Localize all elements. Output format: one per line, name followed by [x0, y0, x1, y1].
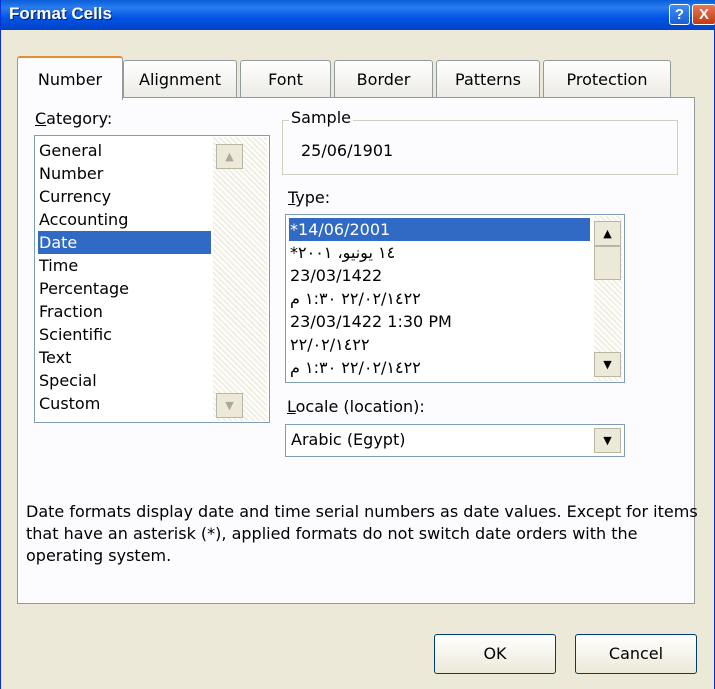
sample-value: 25/06/1901 [301, 141, 394, 160]
category-item-scientific[interactable]: Scientific [38, 323, 112, 346]
format-cells-dialog: Format Cells ? X Number Alignment Font B… [0, 0, 715, 689]
category-scrollbar[interactable]: ▲ ▼ [213, 137, 267, 421]
type-item-7[interactable]: ٢٢/٠٢/١٤٢٢ ١:٣٠ م [289, 356, 421, 379]
cancel-button[interactable]: Cancel [575, 634, 697, 674]
category-item-time[interactable]: Time [38, 254, 78, 277]
tab-font[interactable]: Font [240, 60, 331, 97]
help-icon[interactable]: ? [669, 4, 690, 25]
ok-button[interactable]: OK [434, 634, 556, 674]
type-item-1[interactable]: *14/06/2001 [289, 218, 590, 241]
tab-alignment[interactable]: Alignment [123, 60, 237, 97]
close-icon[interactable]: X [692, 4, 715, 25]
category-item-accounting[interactable]: Accounting [38, 208, 128, 231]
type-item-6[interactable]: ٢٢/٠٢/١٤٢٢ [289, 333, 370, 356]
locale-value: Arabic (Egypt) [291, 430, 406, 449]
category-item-number[interactable]: Number [38, 162, 103, 185]
category-item-custom[interactable]: Custom [38, 392, 100, 415]
category-item-date[interactable]: Date [38, 231, 211, 254]
type-item-5[interactable]: 23/03/1422 1:30 PM [289, 310, 452, 333]
locale-label: Locale (location): [287, 397, 425, 416]
category-item-percentage[interactable]: Percentage [38, 277, 129, 300]
locale-dropdown[interactable]: Arabic (Egypt) ▼ [285, 424, 625, 457]
type-scrollbar[interactable]: ▲ ▼ [594, 216, 622, 381]
scroll-down-icon[interactable]: ▼ [216, 393, 243, 418]
category-label: Category: [35, 109, 113, 128]
category-list[interactable]: General Number Currency Accounting Date … [34, 135, 270, 423]
category-item-text[interactable]: Text [38, 346, 71, 369]
tab-number[interactable]: Number [17, 56, 123, 100]
tab-protection[interactable]: Protection [543, 60, 671, 97]
category-description: Date formats display date and time seria… [26, 502, 698, 565]
sample-label: Sample [289, 108, 353, 127]
type-item-3[interactable]: 23/03/1422 [289, 264, 382, 287]
scroll-down-icon[interactable]: ▼ [594, 352, 621, 377]
category-item-fraction[interactable]: Fraction [38, 300, 103, 323]
type-item-2[interactable]: *١٤ يونيو، ٢٠٠١ [289, 241, 395, 264]
category-item-special[interactable]: Special [38, 369, 97, 392]
dropdown-arrow-icon[interactable]: ▼ [594, 428, 621, 453]
category-item-general[interactable]: General [38, 139, 102, 162]
title-bar[interactable]: Format Cells ? X [1, 0, 715, 30]
type-item-4[interactable]: ٢٢/٠٢/١٤٢٢ ١:٣٠ م [289, 287, 421, 310]
type-list[interactable]: *14/06/2001 *١٤ يونيو، ٢٠٠١ 23/03/1422 ٢… [285, 214, 625, 383]
scroll-up-icon[interactable]: ▲ [216, 144, 243, 169]
scroll-thumb[interactable] [594, 246, 621, 280]
tab-border[interactable]: Border [334, 60, 433, 97]
dialog-title: Format Cells [9, 4, 112, 23]
tab-patterns[interactable]: Patterns [436, 60, 540, 97]
type-label: Type: [288, 188, 331, 207]
category-item-currency[interactable]: Currency [38, 185, 111, 208]
scroll-up-icon[interactable]: ▲ [594, 221, 621, 246]
